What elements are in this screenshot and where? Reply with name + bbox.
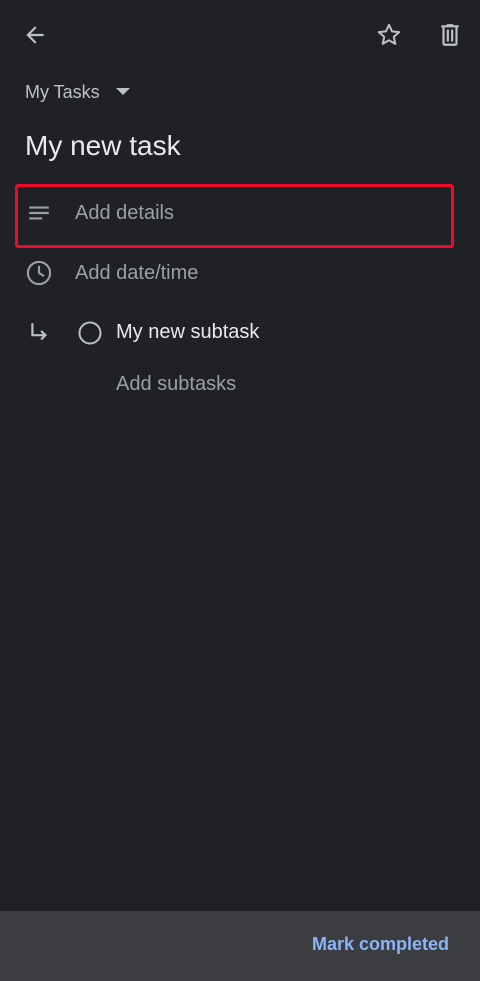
task-title[interactable]: My new task bbox=[25, 130, 181, 162]
list-selector-dropdown[interactable]: My Tasks bbox=[25, 78, 130, 106]
back-button[interactable] bbox=[11, 11, 59, 59]
clock-icon bbox=[25, 259, 53, 287]
trash-icon bbox=[441, 24, 459, 46]
mark-completed-button[interactable]: Mark completed bbox=[312, 934, 449, 955]
arrow-back-icon bbox=[26, 26, 44, 44]
bottom-action-bar: Mark completed bbox=[0, 911, 480, 981]
add-subtasks-button[interactable]: Add subtasks bbox=[116, 373, 236, 396]
subtask-item[interactable]: My new subtask bbox=[0, 307, 480, 359]
notes-lines-icon bbox=[25, 199, 53, 227]
add-details-row[interactable]: Add details bbox=[0, 187, 480, 239]
add-details-field[interactable]: Add details bbox=[75, 202, 174, 225]
dropdown-triangle-icon bbox=[115, 88, 130, 95]
list-selector-label: My Tasks bbox=[25, 81, 100, 102]
star-button[interactable] bbox=[365, 11, 413, 59]
subdirectory-arrow-icon bbox=[31, 323, 47, 341]
subtask-checkbox-circle-icon[interactable] bbox=[77, 320, 103, 346]
delete-button[interactable] bbox=[426, 11, 474, 59]
star-outline-icon bbox=[377, 23, 401, 45]
add-datetime-field[interactable]: Add date/time bbox=[75, 262, 198, 285]
add-datetime-row[interactable]: Add date/time bbox=[0, 247, 480, 299]
subtask-label[interactable]: My new subtask bbox=[116, 321, 259, 344]
